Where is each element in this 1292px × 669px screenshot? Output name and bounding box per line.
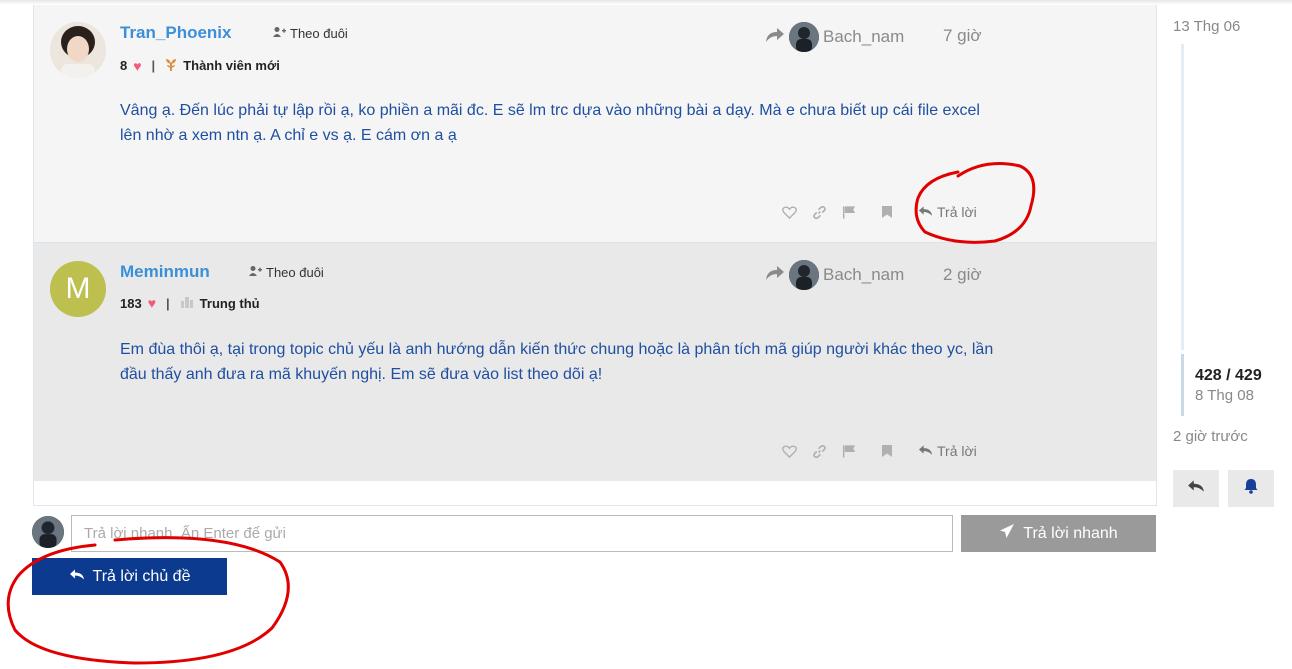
timeline-scrollbar[interactable] (1181, 44, 1184, 350)
sprout-icon (165, 57, 177, 74)
username[interactable]: Tran_Phoenix (120, 23, 231, 43)
bookmark-icon[interactable] (872, 202, 902, 222)
add-user-icon (272, 26, 286, 41)
link-icon[interactable] (804, 441, 834, 461)
reply-icon (69, 568, 85, 586)
like-count: 183 (120, 295, 142, 311)
rank-badge-icon (180, 296, 194, 311)
share-arrow-icon (765, 27, 785, 48)
like-count: 8 (120, 58, 128, 73)
user-meta: 8 ♥ | Thành viên mới (120, 57, 280, 74)
like-icon[interactable] (774, 202, 804, 222)
add-user-icon (248, 265, 262, 280)
notification-button[interactable] (1228, 470, 1274, 507)
reply-button[interactable]: Trả lời (918, 443, 977, 459)
user-meta: 183 ♥ | Trung thủ (120, 295, 260, 311)
heart-icon: ♥ (133, 57, 142, 74)
divider: | (166, 295, 170, 311)
current-user-avatar (32, 516, 64, 548)
quick-reply-label: Trả lời nhanh (1023, 524, 1118, 542)
bell-icon (1244, 478, 1258, 499)
like-icon[interactable] (774, 441, 804, 461)
post-actions: Trả lời (774, 202, 977, 222)
reply-to[interactable]: Bach_nam (765, 22, 904, 52)
quick-reply-button[interactable]: Trả lời nhanh (961, 515, 1156, 552)
avatar[interactable]: M (50, 261, 106, 317)
timeline-handle[interactable] (1181, 354, 1184, 416)
user-photo-icon (50, 22, 106, 78)
follow-label: Theo đuôi (290, 26, 348, 41)
post-body: Em đùa thôi ạ, tại trong topic chủ yếu l… (120, 341, 994, 383)
post-actions: Trả lời (774, 441, 977, 461)
post-list-end (33, 481, 1157, 506)
follow-label: Theo đuôi (266, 265, 324, 280)
topic-timeline: 13 Thg 06 428 / 429 8 Thg 08 2 giờ trước (1160, 0, 1292, 617)
reply-icon (918, 204, 933, 220)
reply-icon (1187, 479, 1205, 498)
post-meminmun: M Meminmun Theo đuôi 183 ♥ | Trung thủ B… (33, 243, 1157, 481)
bookmark-icon[interactable] (872, 441, 902, 461)
timeline-start-date[interactable]: 13 Thg 06 (1173, 18, 1240, 35)
reply-button[interactable]: Trả lời (918, 204, 977, 220)
divider: | (151, 58, 156, 73)
reply-icon (918, 443, 933, 459)
reply-to-avatar (789, 22, 819, 52)
quick-reply-input[interactable] (71, 515, 953, 552)
link-icon[interactable] (804, 202, 834, 222)
share-arrow-icon (765, 265, 785, 286)
post-time[interactable]: 2 giờ (943, 265, 982, 285)
reply-label: Trả lời (937, 443, 977, 459)
username[interactable]: Meminmun (120, 262, 210, 282)
post-tran-phoenix: Tran_Phoenix Theo đuôi 8 ♥ | Thành viên … (33, 5, 1157, 243)
avatar[interactable] (50, 22, 106, 78)
follow-button[interactable]: Theo đuôi (272, 26, 348, 41)
page-footer-area (0, 617, 1292, 669)
post-body: Vâng ạ. Đến lúc phải tự lập rồi ạ, ko ph… (120, 102, 980, 144)
flag-icon[interactable] (834, 441, 864, 461)
reply-to[interactable]: Bach_nam (765, 260, 904, 290)
timeline-post-count: 428 / 429 (1195, 367, 1262, 384)
heart-icon: ♥ (147, 295, 157, 311)
post-time[interactable]: 7 giờ (943, 26, 982, 46)
follow-button[interactable]: Theo đuôi (248, 265, 324, 280)
send-icon (999, 523, 1015, 544)
reply-to-username: Bach_nam (823, 27, 905, 46)
timeline-current-date: 8 Thg 08 (1195, 387, 1254, 404)
rank-label: Trung thủ (199, 295, 260, 311)
reply-topic-button[interactable]: Trả lời chủ đề (32, 558, 227, 595)
rank-label: Thành viên mới (183, 58, 280, 73)
reply-to-avatar (789, 260, 819, 290)
flag-icon[interactable] (834, 202, 864, 222)
timeline-reply-button[interactable] (1173, 470, 1219, 507)
reply-topic-label: Trả lời chủ đề (92, 567, 191, 585)
timeline-last-activity[interactable]: 2 giờ trước (1173, 428, 1248, 445)
reply-label: Trả lời (937, 204, 977, 220)
reply-to-username: Bach_nam (823, 265, 905, 284)
